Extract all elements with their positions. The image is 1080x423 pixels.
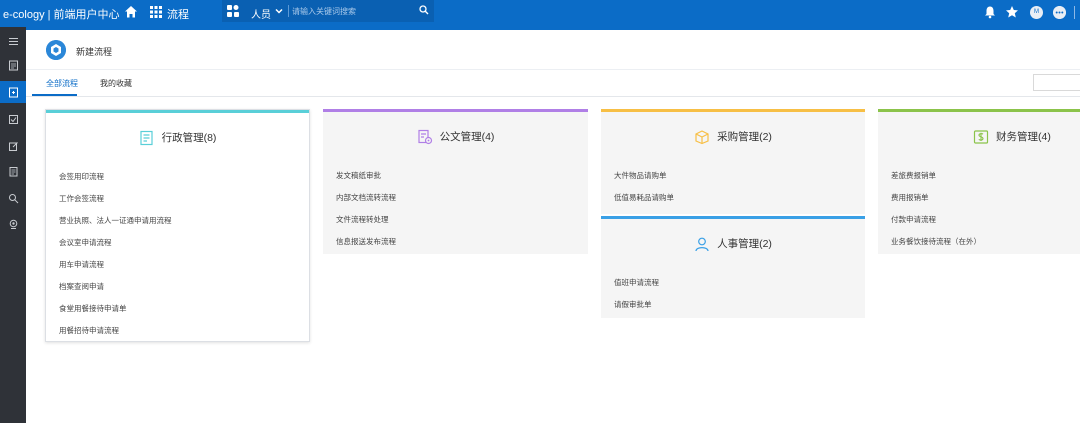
brand-title[interactable]: e-cology | 前端用户中心: [3, 6, 120, 22]
flow-item[interactable]: 营业执照、法人一证通申请用流程: [59, 215, 172, 226]
checkbox-icon: [8, 114, 18, 124]
flow-item[interactable]: 文件流程转处理: [336, 214, 389, 225]
tab-my-favorites[interactable]: 我的收藏: [100, 78, 132, 89]
page-title: 新建流程: [76, 47, 113, 57]
search-input[interactable]: [292, 4, 412, 18]
card-title[interactable]: 公文管理(4): [440, 129, 495, 144]
document-list-icon: [139, 130, 153, 145]
flow-item[interactable]: 工作会签流程: [59, 193, 104, 204]
flow-item[interactable]: 会签用印流程: [59, 171, 104, 182]
flow-item[interactable]: 费用报销单: [891, 192, 929, 203]
document-gear-icon: [417, 129, 432, 144]
search-divider: [288, 5, 289, 17]
flow-item[interactable]: 低值易耗品请购单: [614, 192, 674, 203]
tab-bar: 全部流程 我的收藏: [26, 70, 1080, 97]
search-type-select[interactable]: 人员: [251, 6, 271, 21]
money-icon: [973, 129, 989, 144]
nav-flow-link[interactable]: 流程: [167, 6, 189, 22]
card-title[interactable]: 财务管理(4): [996, 129, 1051, 144]
bell-icon[interactable]: [983, 5, 997, 19]
page-header: 新建流程: [26, 30, 1080, 70]
topbar-divider: [1074, 6, 1075, 19]
card-title[interactable]: 行政管理(8): [162, 130, 217, 145]
more-dots-icon[interactable]: [1053, 6, 1066, 19]
top-bar: e-cology | 前端用户中心 流程 人员 请输入关键词搜索 M: [0, 0, 1080, 27]
category-icon: [227, 5, 239, 17]
tab-all-flows[interactable]: 全部流程: [46, 78, 78, 89]
flow-item[interactable]: 差旅费报销单: [891, 170, 936, 181]
flow-item[interactable]: 业务餐饮接待流程（在外）: [891, 236, 981, 247]
sidebar-menu-toggle[interactable]: [0, 30, 26, 52]
search-icon: [8, 193, 18, 203]
card-header: 公文管理(4): [323, 112, 588, 161]
flow-item[interactable]: 信息报送发布流程: [336, 236, 396, 247]
active-tab-indicator: [32, 94, 77, 96]
menu-icon: [8, 37, 18, 45]
flow-item[interactable]: 用车申请流程: [59, 259, 104, 270]
card-title[interactable]: 采购管理(2): [717, 129, 772, 144]
apps-grid-icon[interactable]: [149, 5, 163, 19]
flow-item[interactable]: 档案查阅申请: [59, 281, 104, 292]
card-header: 行政管理(8): [46, 113, 309, 162]
sidebar-item-new-flow[interactable]: [0, 81, 26, 103]
search-icon[interactable]: [419, 5, 429, 15]
category-card-documents: 公文管理(4) 发文稿纸审批 内部文档流转流程 文件流程转处理 信息报送发布流程: [323, 109, 588, 254]
badge-icon: [9, 219, 17, 229]
flow-item[interactable]: 会议室申请流程: [59, 237, 112, 248]
star-icon[interactable]: [1005, 5, 1019, 19]
sidebar-item-approve[interactable]: [0, 108, 26, 130]
global-search: 人员: [222, 0, 434, 22]
flow-item[interactable]: 请假审批单: [614, 299, 652, 310]
flow-item[interactable]: 内部文档流转流程: [336, 192, 396, 203]
home-icon[interactable]: [124, 5, 138, 19]
card-title[interactable]: 人事管理(2): [717, 236, 772, 251]
new-document-icon: [8, 87, 18, 97]
workflow-logo-icon: [46, 40, 66, 60]
card-header: 人事管理(2): [601, 219, 865, 268]
sidebar-item-edit[interactable]: [0, 135, 26, 157]
sidebar-item-report[interactable]: [0, 160, 26, 182]
document-icon: [8, 60, 18, 70]
package-icon: [695, 129, 709, 144]
clipboard-icon: [9, 166, 17, 176]
sidebar-item-search[interactable]: [0, 187, 26, 209]
left-sidebar: [0, 27, 26, 423]
content-area: 行政管理(8) 会签用印流程 工作会签流程 营业执照、法人一证通申请用流程 会议…: [26, 98, 1080, 423]
edit-icon: [8, 141, 18, 151]
flow-item[interactable]: 食堂用餐接待申请单: [59, 303, 127, 314]
filter-input[interactable]: [1033, 74, 1080, 91]
category-card-admin: 行政管理(8) 会签用印流程 工作会签流程 营业执照、法人一证通申请用流程 会议…: [45, 109, 310, 342]
category-card-finance: 财务管理(4) 差旅费报销单 费用报销单 付款申请流程 业务餐饮接待流程（在外）: [878, 109, 1080, 254]
chevron-down-icon[interactable]: [275, 7, 283, 15]
category-card-hr: 人事管理(2) 值班申请流程 请假审批单: [601, 216, 865, 318]
card-header: 采购管理(2): [601, 112, 865, 161]
sidebar-item-workflow[interactable]: [0, 54, 26, 76]
flow-item[interactable]: 大件物品请购单: [614, 170, 667, 181]
category-card-procurement: 采购管理(2) 大件物品请购单 低值易耗品请购单: [601, 109, 865, 214]
person-icon: [695, 237, 709, 251]
avatar[interactable]: M: [1030, 6, 1043, 19]
sidebar-item-monitor[interactable]: [0, 213, 26, 235]
flow-item[interactable]: 值班申请流程: [614, 277, 659, 288]
flow-item[interactable]: 付款申请流程: [891, 214, 936, 225]
flow-item[interactable]: 用餐招待申请流程: [59, 325, 119, 336]
flow-item[interactable]: 发文稿纸审批: [336, 170, 381, 181]
card-header: 财务管理(4): [878, 112, 1080, 161]
